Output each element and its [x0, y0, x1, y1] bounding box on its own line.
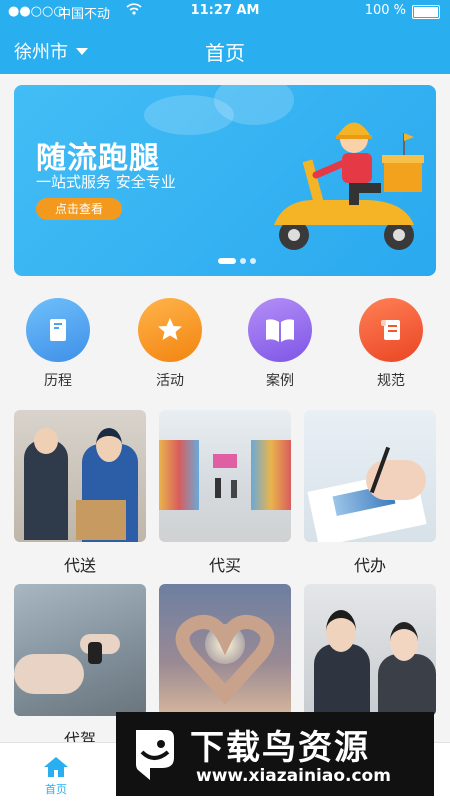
supermarket-photo — [159, 410, 291, 542]
delivery-scooter-illustration — [274, 122, 424, 250]
call-center-photo — [304, 584, 436, 716]
category-row: 历程 活动 案例 规范 — [0, 298, 450, 394]
tab-label: 首页 — [45, 783, 67, 796]
service-label: 代送 — [63, 556, 96, 575]
service-purchase[interactable]: 代买 — [159, 410, 291, 576]
watermark-url: www.xiazainiao.com — [196, 766, 391, 786]
status-bar: ●●○○○ 中国不动 11:27 AM 100 % — [0, 0, 450, 24]
app-header: ●●○○○ 中国不动 11:27 AM 100 % 徐州市 首页 — [0, 0, 450, 74]
category-label: 案例 — [266, 373, 294, 389]
bird-logo-icon — [136, 730, 174, 780]
service-label: 代办 — [353, 556, 386, 575]
scroll-icon — [359, 298, 423, 362]
tab-home[interactable]: 首页 — [0, 743, 112, 797]
book-icon — [26, 298, 90, 362]
banner-subtitle: 一站式服务 安全专业 — [36, 173, 176, 191]
category-label: 规范 — [377, 373, 405, 389]
office-photo — [304, 410, 436, 542]
heart-hands-photo — [159, 584, 291, 716]
category-rules[interactable]: 规范 — [351, 298, 431, 390]
service-label: 代买 — [208, 556, 241, 575]
home-icon — [43, 755, 69, 779]
delivery-photo — [14, 410, 146, 542]
view-button[interactable]: 点击查看 — [36, 198, 122, 220]
service-support[interactable] — [304, 584, 436, 726]
watermark: 下载鸟资源 www.xiazainiao.com — [116, 712, 434, 796]
service-care[interactable] — [159, 584, 291, 726]
category-label: 活动 — [156, 373, 184, 389]
promo-banner[interactable]: 随流跑腿 一站式服务 安全专业 点击查看 — [14, 85, 436, 276]
category-label: 历程 — [44, 373, 72, 389]
service-delivery[interactable]: 代送 — [14, 410, 146, 576]
category-activity[interactable]: 活动 — [130, 298, 210, 390]
service-errand[interactable]: 代办 — [304, 410, 436, 576]
carousel-indicator[interactable] — [218, 258, 256, 264]
category-history[interactable]: 历程 — [18, 298, 98, 390]
star-icon — [138, 298, 202, 362]
car-key-photo — [14, 584, 146, 716]
category-cases[interactable]: 案例 — [240, 298, 320, 390]
battery-icon — [412, 5, 440, 19]
open-book-icon — [248, 298, 312, 362]
watermark-title: 下载鸟资源 — [190, 728, 370, 768]
page-title: 首页 — [205, 41, 245, 65]
battery-percent: 100 % — [364, 3, 406, 18]
